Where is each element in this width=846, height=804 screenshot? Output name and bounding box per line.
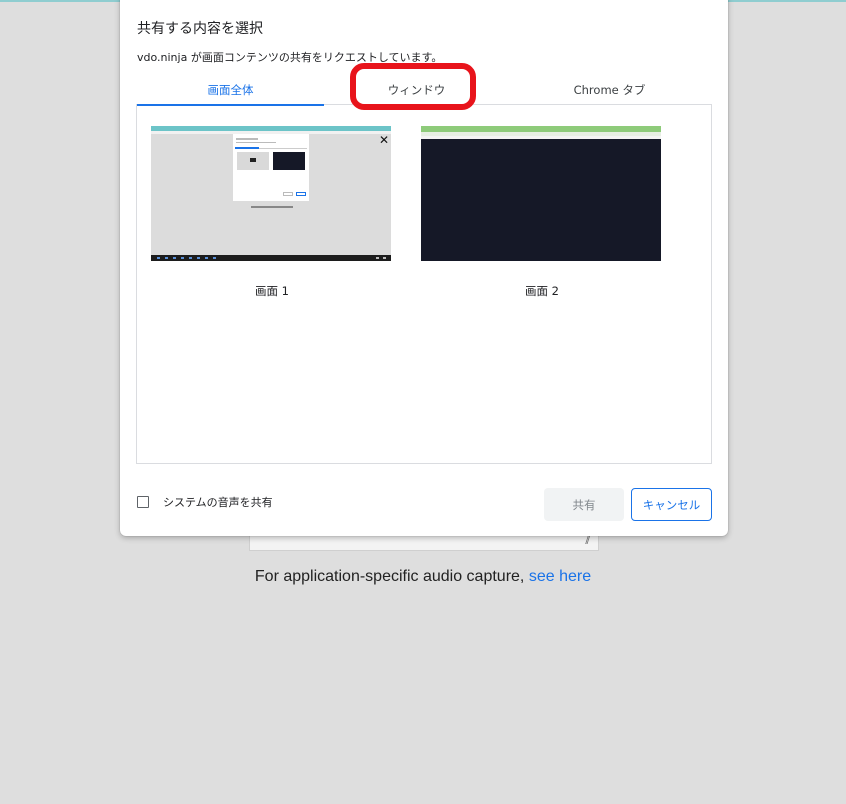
screen-1-thumbnail: ✕ xyxy=(151,126,391,261)
audio-capture-text: For application-specific audio capture, xyxy=(254,568,525,585)
screen-1-option[interactable]: ✕ 画面 1 xyxy=(151,126,393,299)
resize-handle-icon[interactable]: // xyxy=(585,535,590,546)
share-system-audio-label: システムの音声を共有 xyxy=(163,496,273,509)
tab-chrome-tab[interactable]: Chrome タブ xyxy=(517,76,702,104)
screen-1-label: 画面 1 xyxy=(255,284,289,298)
source-list: ✕ 画面 1 画面 2 xyxy=(136,104,712,464)
close-icon: ✕ xyxy=(379,133,390,147)
screen-2-option[interactable]: 画面 2 xyxy=(421,126,663,299)
cancel-button[interactable]: キャンセル xyxy=(631,488,712,521)
tab-entire-screen[interactable]: 画面全体 xyxy=(137,76,324,106)
share-system-audio-checkbox[interactable] xyxy=(137,496,149,508)
dialog-title: 共有する内容を選択 xyxy=(137,21,263,37)
screen-2-thumbnail xyxy=(421,126,661,261)
tab-window[interactable]: ウィンドウ xyxy=(324,76,509,104)
share-system-audio-option[interactable]: システムの音声を共有 xyxy=(137,494,273,510)
screen-2-label: 画面 2 xyxy=(525,284,559,298)
share-button[interactable]: 共有 xyxy=(544,488,624,521)
audio-capture-note: For application-specific audio capture, … xyxy=(0,568,846,586)
share-screen-dialog: 共有する内容を選択 vdo.ninja が画面コンテンツの共有をリクエストしてい… xyxy=(120,0,728,536)
dialog-subtitle: vdo.ninja が画面コンテンツの共有をリクエストしています。 xyxy=(137,51,443,64)
see-here-link[interactable]: see here xyxy=(529,568,591,585)
source-tabs: 画面全体 ウィンドウ Chrome タブ xyxy=(137,76,712,106)
